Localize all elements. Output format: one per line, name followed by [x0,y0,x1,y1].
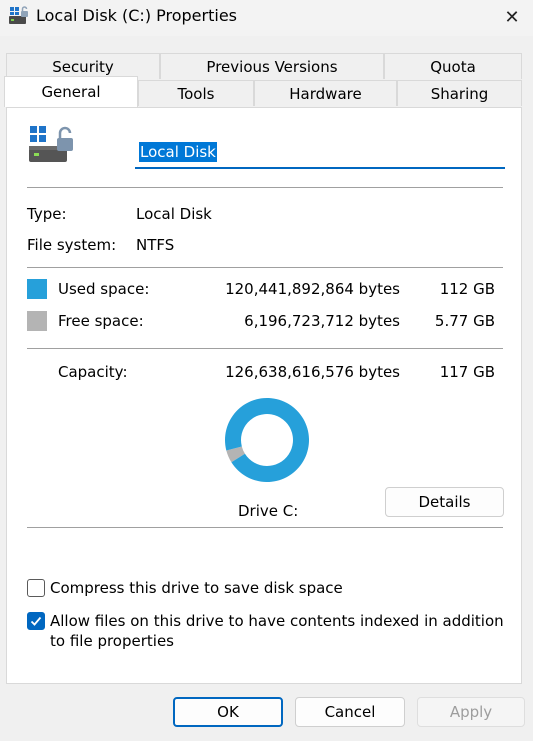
drive-name-value: Local Disk [139,142,217,162]
tab-general[interactable]: General [4,76,138,107]
file-system-value: NTFS [136,236,175,254]
cancel-button[interactable]: Cancel [295,697,405,727]
free-space-label: Free space: [58,312,144,330]
used-space-size: 112 GB [439,280,495,298]
type-label: Type: [27,205,67,223]
used-space-label: Used space: [58,280,150,298]
type-value: Local Disk [136,205,212,223]
index-label: Allow files on this drive to have conten… [50,612,504,650]
capacity-label: Capacity: [58,363,128,381]
general-panel: Local Disk Type: Local Disk File system:… [6,107,522,684]
tab-quota[interactable]: Quota [384,53,522,79]
tab-sharing[interactable]: Sharing [397,80,522,106]
tab-tools[interactable]: Tools [138,80,254,106]
free-space-swatch [27,311,47,331]
divider [27,527,503,528]
index-checkbox[interactable] [27,612,45,630]
used-space-arc [225,398,309,482]
properties-window: Local Disk (C:) Properties ✕ Security Pr… [0,0,533,741]
divider [27,187,503,188]
capacity-bytes: 126,638,616,576 bytes [225,363,400,381]
title-bar: Local Disk (C:) Properties ✕ [0,0,533,36]
used-space-swatch [27,279,47,299]
file-system-label: File system: [27,236,117,254]
drive-icon [9,6,28,24]
close-button[interactable]: ✕ [497,2,527,32]
free-space-size: 5.77 GB [434,312,495,330]
divider [27,348,503,349]
divider [27,267,503,268]
ok-button[interactable]: OK [173,697,283,727]
compress-checkbox[interactable] [27,579,45,597]
usage-donut-chart [225,398,309,482]
used-space-bytes: 120,441,892,864 bytes [225,280,400,298]
compress-label: Compress this drive to save disk space [50,579,343,597]
capacity-size: 117 GB [439,363,495,381]
tab-hardware[interactable]: Hardware [254,80,397,106]
window-title: Local Disk (C:) Properties [36,6,237,25]
details-button[interactable]: Details [385,487,504,517]
tab-previous-versions[interactable]: Previous Versions [160,53,384,79]
drive-name-input[interactable]: Local Disk [135,137,505,169]
drive-icon [29,126,73,162]
drive-label: Drive C: [238,502,299,520]
apply-button[interactable]: Apply [417,697,525,727]
close-icon: ✕ [504,6,520,28]
free-space-bytes: 6,196,723,712 bytes [244,312,400,330]
checkmark-icon [30,616,42,626]
